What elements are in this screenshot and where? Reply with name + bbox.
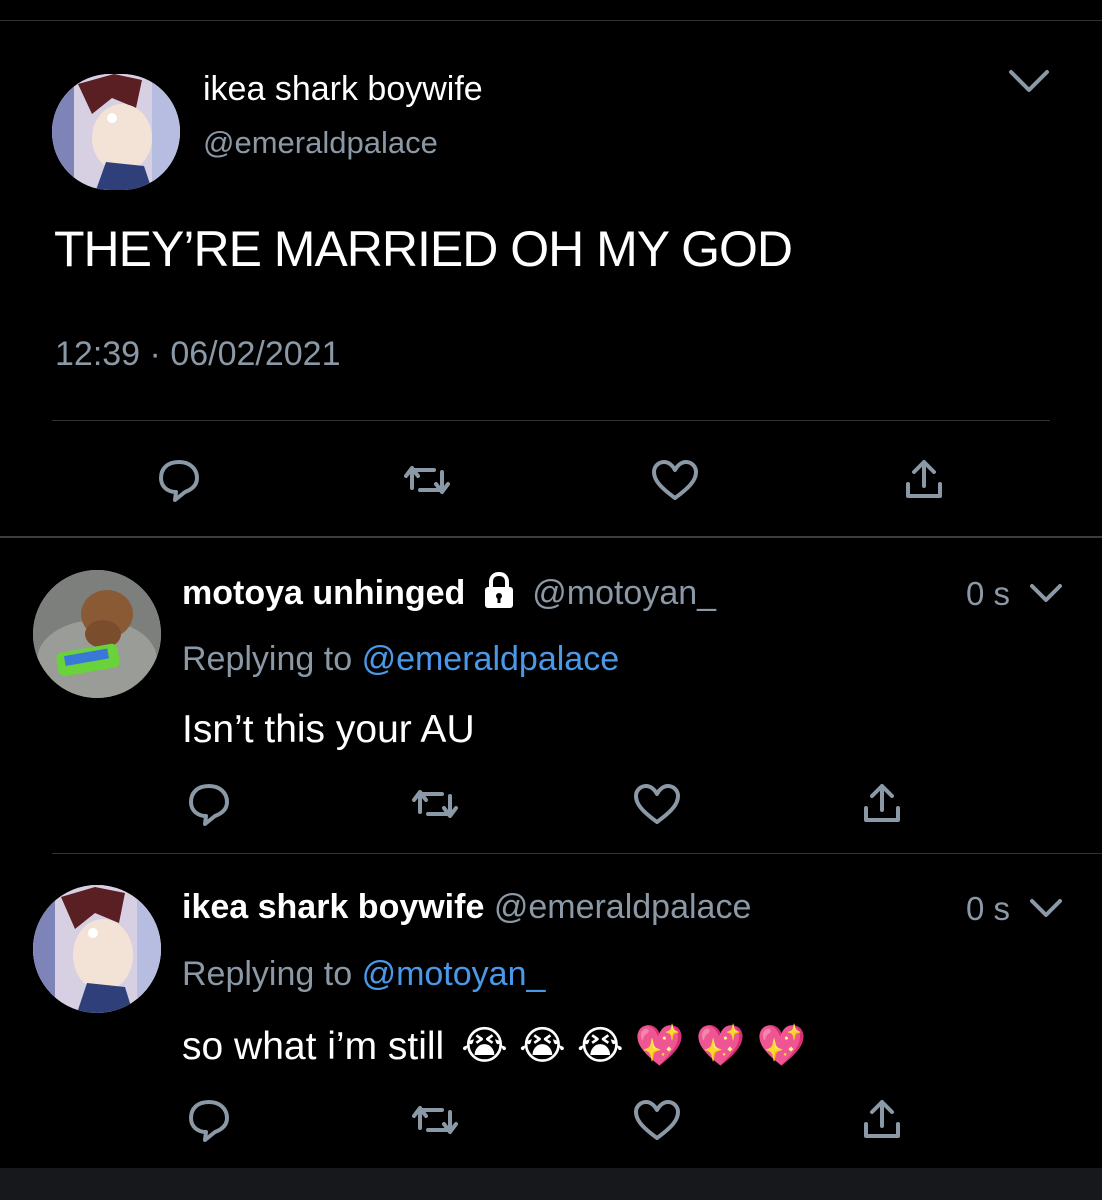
reply1-replying-prefix: Replying to — [182, 640, 353, 678]
reply1-header: motoya unhinged @motoyan_ — [182, 572, 716, 613]
main-thread-divider — [0, 536, 1102, 538]
main-time: 12:39 — [55, 335, 141, 373]
reply2-text: so what i’m still — [182, 1025, 445, 1068]
chevron-down-icon[interactable] — [1028, 895, 1064, 921]
reply1-avatar[interactable] — [33, 570, 161, 698]
like-icon[interactable] — [632, 1098, 682, 1142]
reply-icon[interactable] — [155, 458, 203, 502]
sparkling-heart-emoji: 💖 — [695, 1024, 746, 1068]
reply2-display-name[interactable]: ikea shark boywife — [182, 888, 484, 926]
reply1-age: 0 s — [966, 575, 1011, 612]
reply1-replying-line: Replying to @emeraldpalace — [182, 640, 619, 679]
main-timestamp: 12:39 · 06/02/2021 — [55, 335, 341, 374]
reply2-age: 0 s — [966, 890, 1011, 927]
reply-icon[interactable] — [185, 1098, 233, 1142]
like-icon[interactable] — [650, 458, 700, 502]
main-handle[interactable]: @emeraldpalace — [203, 125, 438, 161]
retweet-icon[interactable] — [400, 458, 454, 502]
main-avatar[interactable] — [52, 74, 180, 190]
reply2-replying-to-link[interactable]: @motoyan_ — [362, 955, 546, 993]
reply2-text-line: so what i’m still 😭 😭 😭 💖 💖 💖 — [182, 1022, 806, 1069]
timestamp-separator: · — [149, 335, 161, 373]
main-display-name[interactable]: ikea shark boywife — [203, 70, 483, 109]
chevron-down-icon[interactable] — [1005, 66, 1053, 96]
reply1-handle[interactable]: @motoyan_ — [532, 574, 716, 612]
share-icon[interactable] — [858, 1096, 906, 1142]
main-tweet-text: THEY’RE MARRIED OH MY GOD — [54, 221, 793, 277]
top-divider — [0, 20, 1102, 21]
lock-icon — [481, 572, 517, 610]
share-icon[interactable] — [900, 456, 948, 502]
like-icon[interactable] — [632, 782, 682, 826]
reply1-replying-to-link[interactable]: @emeraldpalace — [362, 640, 620, 678]
reply2-header: ikea shark boywife @emeraldpalace — [182, 888, 751, 927]
reply1-display-name[interactable]: motoya unhinged — [182, 574, 465, 612]
reply2-handle[interactable]: @emeraldpalace — [494, 888, 752, 926]
reply-icon[interactable] — [185, 782, 233, 826]
reply1-text: Isn’t this your AU — [182, 708, 475, 751]
sparkling-heart-emoji: 💖 — [634, 1024, 685, 1068]
reply2-emoji-group: 😭 😭 😭 💖 💖 💖 — [461, 1024, 806, 1068]
bottom-bar — [0, 1168, 1102, 1200]
sparkling-heart-emoji: 💖 — [756, 1024, 807, 1068]
share-icon[interactable] — [858, 780, 906, 826]
crying-face-emoji: 😭 — [461, 1024, 508, 1068]
reply-divider — [52, 853, 1102, 854]
reply2-replying-line: Replying to @motoyan_ — [182, 955, 545, 994]
reply2-avatar[interactable] — [33, 885, 161, 1013]
crying-face-emoji: 😭 — [576, 1024, 624, 1068]
retweet-icon[interactable] — [408, 782, 462, 826]
main-date: 06/02/2021 — [170, 335, 341, 373]
main-tweet-divider — [52, 420, 1050, 421]
chevron-down-icon[interactable] — [1028, 580, 1064, 606]
reply2-replying-prefix: Replying to — [182, 955, 353, 993]
crying-face-emoji: 😭 — [518, 1024, 566, 1068]
retweet-icon[interactable] — [408, 1098, 462, 1142]
